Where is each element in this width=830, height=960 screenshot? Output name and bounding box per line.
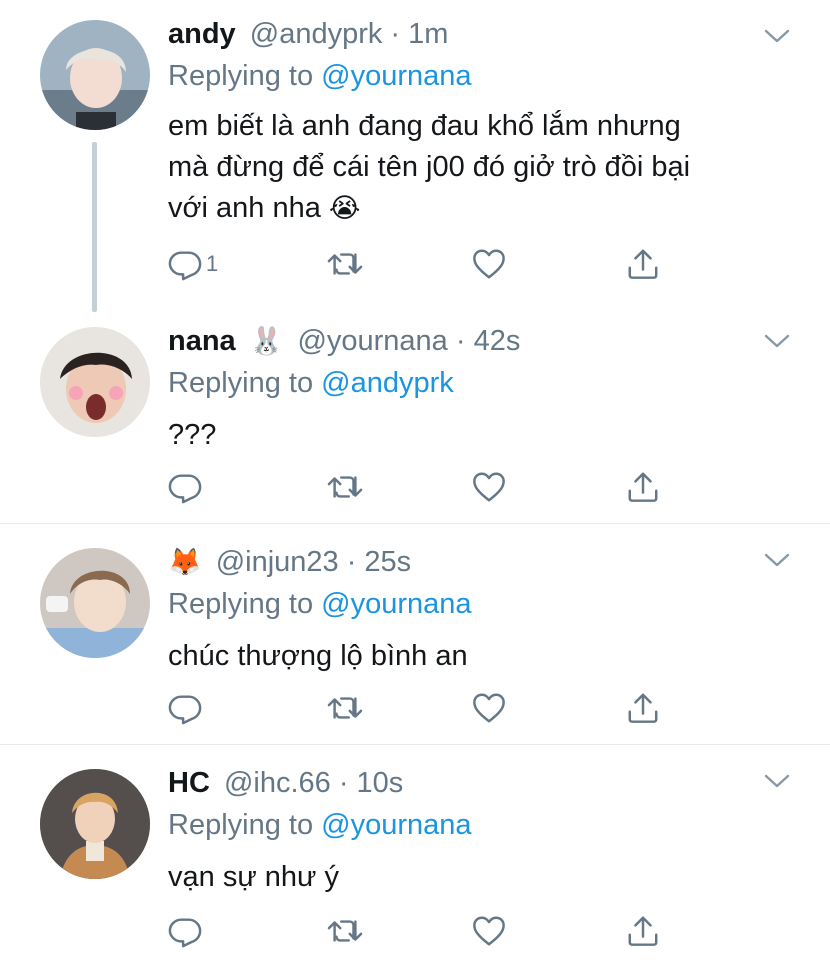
chevron-down-icon[interactable]	[764, 552, 790, 568]
like-icon	[472, 914, 506, 948]
replying-to: Replying to @andyprk	[168, 365, 454, 401]
reply-count: 1	[206, 251, 219, 276]
avatar[interactable]	[40, 769, 150, 879]
retweet-button[interactable]	[326, 246, 364, 282]
replying-prefix: Replying to	[168, 809, 322, 841]
share-icon	[626, 691, 660, 725]
tweet-nana[interactable]: nana 🐰 @yournana · 42s Replying to @andy…	[0, 305, 830, 523]
action-bar	[168, 469, 688, 509]
tweet-header: HC @ihc.66 · 10s	[168, 765, 403, 801]
handle-time[interactable]: @andyprk · 1m	[250, 18, 449, 50]
share-icon	[626, 470, 660, 504]
chevron-down-icon[interactable]	[764, 773, 790, 789]
tweet-text: vạn sự như ý	[168, 861, 340, 893]
replying-to: Replying to @yournana	[168, 586, 472, 622]
fox-emoji: 🦊	[168, 547, 202, 578]
reply-icon	[168, 247, 202, 281]
chevron-down-icon[interactable]	[764, 333, 790, 349]
reply-button[interactable]	[168, 469, 202, 505]
retweet-button[interactable]	[326, 690, 364, 726]
replying-to: Replying to @yournana	[168, 58, 472, 94]
handle-time[interactable]: @yournana · 42s	[297, 325, 520, 357]
share-icon	[626, 914, 660, 948]
like-button[interactable]	[472, 469, 506, 505]
action-bar: 1	[168, 246, 688, 286]
avatar[interactable]	[40, 327, 150, 437]
tweet-header: 🦊 @injun23 · 25s	[168, 544, 411, 581]
like-button[interactable]	[472, 690, 506, 726]
reply-icon	[168, 914, 202, 948]
tweet-text: ???	[168, 419, 217, 451]
text-line: em biết là anh đang đau khổ lắm nhưng	[168, 110, 681, 142]
reply-icon	[168, 691, 202, 725]
like-icon	[472, 691, 506, 725]
text-line: với anh nha	[168, 192, 321, 224]
reply-icon	[168, 470, 202, 504]
share-button[interactable]	[626, 246, 660, 282]
display-name[interactable]: andy	[168, 18, 236, 50]
tweet-text: chúc thượng lộ bình an	[168, 640, 468, 672]
avatar[interactable]	[40, 548, 150, 658]
crying-emoji: 😭	[328, 193, 361, 224]
text-line-last: với anh nha 😭	[168, 188, 788, 229]
replying-prefix: Replying to	[168, 588, 322, 620]
display-name[interactable]: nana	[168, 325, 236, 357]
retweet-icon	[326, 691, 364, 725]
reply-button[interactable]	[168, 913, 202, 949]
retweet-button[interactable]	[326, 469, 364, 505]
mention-link[interactable]: @yournana	[321, 60, 471, 92]
mention-link[interactable]: @andyprk	[321, 367, 454, 399]
share-button[interactable]	[626, 913, 660, 949]
share-button[interactable]	[626, 469, 660, 505]
retweet-icon	[326, 914, 364, 948]
reply-feed: andy @andyprk · 1m Replying to @yournana…	[0, 0, 830, 960]
like-icon	[472, 470, 506, 504]
retweet-button[interactable]	[326, 913, 364, 949]
tweet-hc[interactable]: HC @ihc.66 · 10s Replying to @yournana v…	[0, 745, 830, 960]
share-icon	[626, 247, 660, 281]
mention-link[interactable]: @yournana	[321, 809, 471, 841]
handle-time[interactable]: @injun23 · 25s	[216, 546, 412, 578]
replying-prefix: Replying to	[168, 367, 322, 399]
reply-button[interactable]: 1	[168, 246, 218, 282]
tweet-header: nana 🐰 @yournana · 42s	[168, 323, 520, 360]
handle-time[interactable]: @ihc.66 · 10s	[224, 767, 403, 799]
tweet-injun[interactable]: 🦊 @injun23 · 25s Replying to @yournana c…	[0, 524, 830, 744]
replying-prefix: Replying to	[168, 60, 322, 92]
mention-link[interactable]: @yournana	[321, 588, 471, 620]
action-bar	[168, 913, 688, 953]
chevron-down-icon[interactable]	[764, 28, 790, 44]
like-icon	[472, 247, 506, 281]
avatar[interactable]	[40, 20, 150, 130]
reply-button[interactable]	[168, 690, 202, 726]
thread-line	[92, 142, 97, 312]
like-button[interactable]	[472, 913, 506, 949]
replying-to: Replying to @yournana	[168, 807, 472, 843]
share-button[interactable]	[626, 690, 660, 726]
retweet-icon	[326, 247, 364, 281]
tweet-text: em biết là anh đang đau khổ lắm nhưng mà…	[168, 106, 788, 229]
action-bar	[168, 690, 688, 730]
text-line: mà đừng để cái tên j00 đó giở trò đồi bạ…	[168, 151, 691, 183]
tweet-andy[interactable]: andy @andyprk · 1m Replying to @yournana…	[0, 0, 830, 312]
like-button[interactable]	[472, 246, 506, 282]
tweet-header: andy @andyprk · 1m	[168, 16, 448, 52]
retweet-icon	[326, 470, 364, 504]
rabbit-emoji: 🐰	[249, 326, 284, 357]
display-name[interactable]: HC	[168, 767, 210, 799]
